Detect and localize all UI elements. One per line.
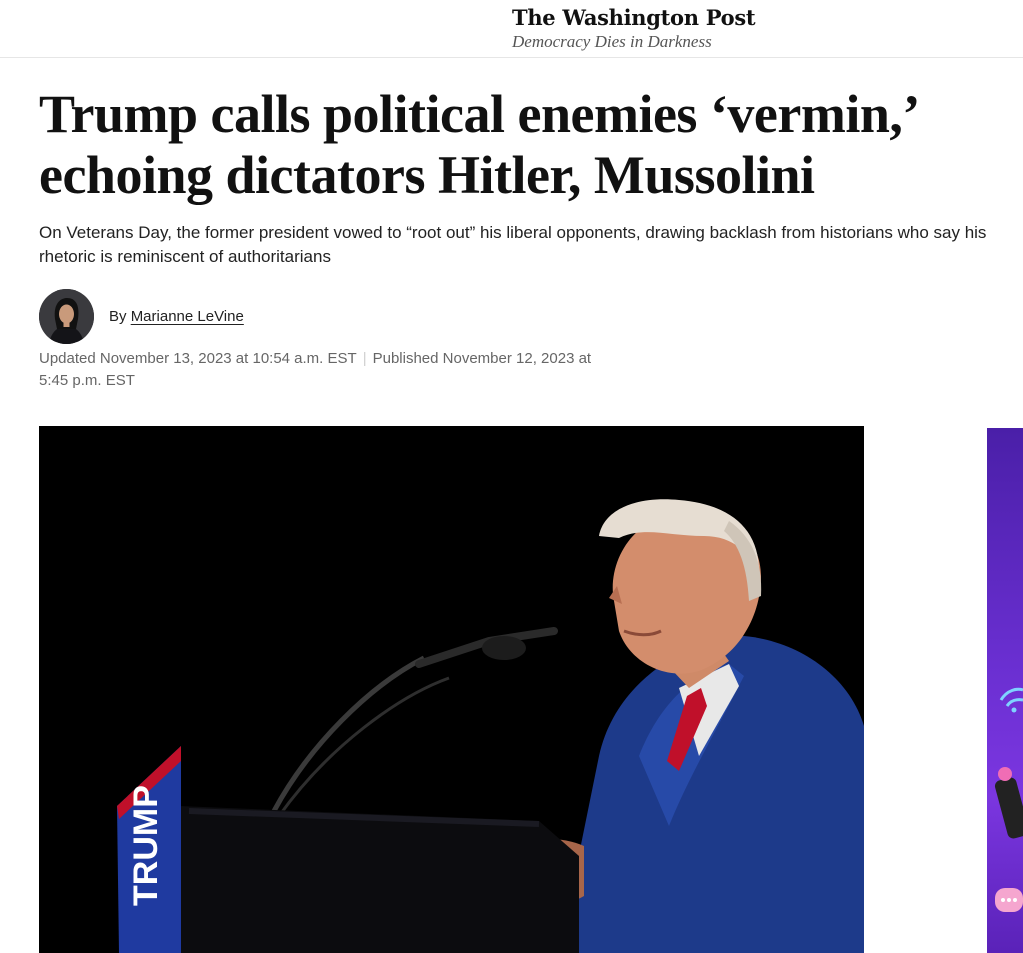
article-headline: Trump calls political enemies ‘vermin,’ … xyxy=(39,84,916,205)
ad-artwork xyxy=(994,687,1023,912)
site-logo[interactable]: The Washington Post xyxy=(512,5,756,30)
byline-prefix: By xyxy=(109,308,127,325)
site-tagline: Democracy Dies in Darkness xyxy=(512,32,712,51)
hero-image[interactable]: TRUMP xyxy=(39,426,864,953)
sign-text: TRUMP xyxy=(127,785,165,906)
author-photo xyxy=(39,289,94,344)
advertisement-banner[interactable] xyxy=(987,428,1023,953)
masthead: The Washington Post Democracy Dies in Da… xyxy=(0,0,1023,58)
byline-text: By Marianne LeVine xyxy=(109,308,244,325)
author-avatar[interactable] xyxy=(39,289,94,344)
article-subheadline: On Veterans Day, the former president vo… xyxy=(39,223,987,266)
date-separator: | xyxy=(362,350,367,367)
author-link[interactable]: Marianne LeVine xyxy=(131,308,244,325)
speaker-at-podium-photo: TRUMP xyxy=(39,426,864,953)
article-dates: Updated November 13, 2023 at 10:54 a.m. … xyxy=(39,348,619,392)
updated-date: Updated November 13, 2023 at 10:54 a.m. … xyxy=(39,350,357,367)
